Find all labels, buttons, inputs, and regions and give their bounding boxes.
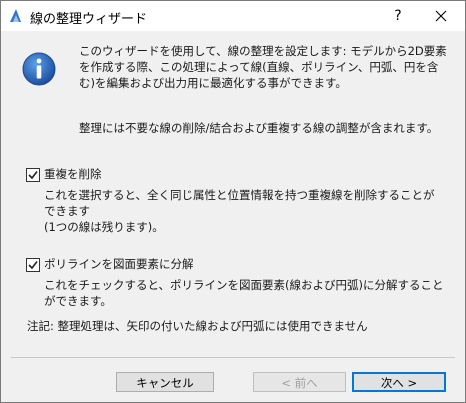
explode-polylines-label[interactable]: ポリラインを図面要素に分解 bbox=[44, 257, 194, 271]
help-button[interactable]: ? bbox=[385, 6, 411, 26]
intro-text-secondary: 整理には不要な線の削除/結合および重複する線の調整が含まれます。 bbox=[79, 121, 439, 135]
cancel-button[interactable]: キャンセル bbox=[116, 372, 214, 392]
title-bar[interactable]: 線の整理ウィザード ? bbox=[1, 1, 465, 31]
explode-polylines-description-line1: これをチェックすると、ポリラインを図面要素(線および円弧)に分解することができま… bbox=[44, 278, 444, 308]
remove-duplicates-label[interactable]: 重複を削除 bbox=[44, 167, 102, 181]
remove-duplicates-description: これを選択すると、全く同じ属性と位置情報を持つ重複線を削除することができます (… bbox=[44, 187, 444, 235]
close-icon bbox=[435, 10, 447, 22]
window-title: 線の整理ウィザード bbox=[30, 12, 148, 27]
button-separator bbox=[11, 357, 455, 358]
note-text: 注記: 整理処理は、矢印の付いた線および円弧には使用できません bbox=[27, 319, 368, 333]
checkmark-icon bbox=[28, 171, 38, 180]
app-icon bbox=[10, 9, 21, 22]
info-icon bbox=[22, 52, 56, 86]
explode-polylines-description: これをチェックすると、ポリラインを図面要素(線および円弧)に分解することができま… bbox=[44, 277, 454, 309]
remove-duplicates-description-line1: これを選択すると、全く同じ属性と位置情報を持つ重複線を削除することができます bbox=[44, 188, 435, 218]
next-button[interactable]: 次へ > bbox=[352, 372, 446, 392]
remove-duplicates-description-line2: (1つの線は残ります)。 bbox=[44, 220, 164, 234]
checkmark-icon bbox=[28, 261, 38, 270]
remove-duplicates-checkbox[interactable] bbox=[26, 168, 40, 182]
intro-text: このウィザードを使用して、線の整理を設定します: モデルから2D要素を作成する際… bbox=[79, 44, 447, 90]
explode-polylines-checkbox[interactable] bbox=[26, 258, 40, 272]
close-button[interactable] bbox=[421, 4, 461, 28]
wizard-dialog: 線の整理ウィザード ? このウィザードを使用して、線の整理を設定します: モデル… bbox=[0, 0, 466, 403]
back-button[interactable]: < 前へ bbox=[253, 372, 346, 392]
